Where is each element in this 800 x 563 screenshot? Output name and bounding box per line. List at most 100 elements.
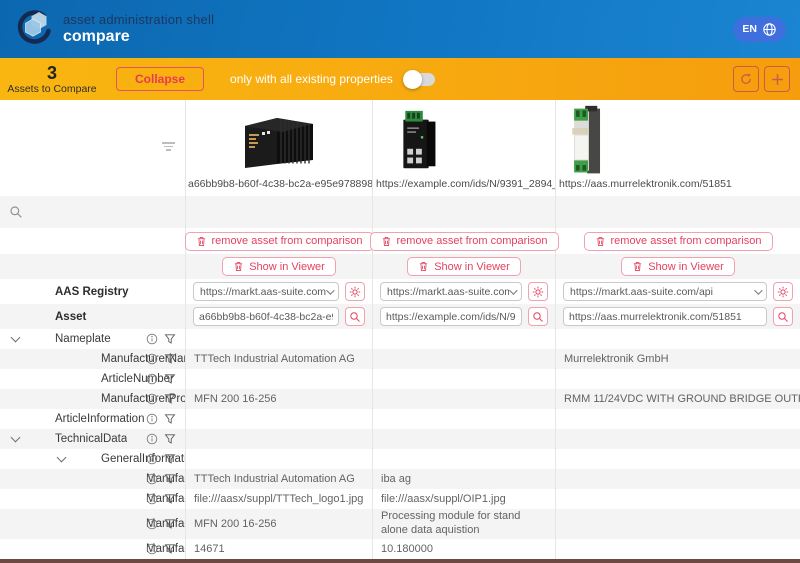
globe-icon [762,22,777,37]
registry-select[interactable]: https://markt.aas-suite.com/api [193,282,339,301]
filter-lines-icon[interactable] [162,142,175,151]
property-row-articlenumber: ArticleNumber [0,369,800,389]
plus-icon [771,73,784,86]
info-icon[interactable] [146,433,158,445]
trash-icon [418,261,429,272]
asset-id: a66bb9b8-b60f-4c38-bc2a-e95e978898f8 [186,178,372,196]
funnel-icon[interactable] [164,493,176,505]
product-image-3 [556,100,800,178]
app-header: asset administration shell compare EN [0,0,800,58]
language-button[interactable]: EN [733,17,786,42]
asset-label: Asset [0,304,186,329]
magnifier-icon [532,311,544,323]
aas-logo-icon [14,8,54,50]
show-in-viewer-button[interactable]: Show in Viewer [621,257,735,276]
asset-search-button[interactable] [528,307,548,326]
info-icon[interactable] [146,393,158,405]
info-icon[interactable] [146,413,158,425]
asset-search-button[interactable] [345,307,365,326]
language-code: EN [742,23,757,35]
funnel-icon[interactable] [164,353,176,365]
filter-search-row [0,196,800,228]
asset-column-1: a66bb9b8-b60f-4c38-bc2a-e95e978898f8 [186,100,373,196]
funnel-icon[interactable] [164,413,176,425]
show-in-viewer-button[interactable]: Show in Viewer [222,257,336,276]
collapse-button[interactable]: Collapse [116,67,204,91]
magnifier-icon [777,311,789,323]
info-icon[interactable] [146,543,158,555]
trash-icon [595,236,606,247]
assets-count: 3 [0,64,104,82]
existing-properties-toggle-label: only with all existing properties [230,72,393,86]
magnifier-icon [349,311,361,323]
property-row-manufacturerlogo: ManufacturerLogo file:///aasx/suppl/TTTe… [0,489,800,509]
bottom-edge-strip [0,559,800,563]
app-window: asset administration shell compare EN 3 … [0,0,800,563]
refresh-button[interactable] [733,66,759,92]
remove-asset-button[interactable]: remove asset from comparison [185,232,374,251]
property-row-manufacturername-2: ManufacturerName TTTech Industrial Autom… [0,469,800,489]
trash-icon [196,236,207,247]
remove-asset-button[interactable]: remove asset from comparison [370,232,559,251]
show-in-viewer-button[interactable]: Show in Viewer [407,257,521,276]
existing-properties-toggle[interactable] [405,73,435,86]
assets-count-block: 3 Assets to Compare [0,64,104,95]
funnel-icon[interactable] [164,393,176,405]
toolbar-actions [733,66,790,92]
info-icon[interactable] [146,453,158,465]
asset-id-input[interactable] [193,307,339,326]
toggle-knob [403,70,422,89]
asset-id-input[interactable] [380,307,522,326]
trash-icon [233,261,244,272]
viewer-buttons-row: Show in Viewer Show in Viewer Show in Vi… [0,254,800,279]
registry-settings-button[interactable] [528,282,548,301]
assets-count-label: Assets to Compare [0,84,104,95]
refresh-icon [739,72,753,86]
funnel-icon[interactable] [164,453,176,465]
product-image-1 [186,100,372,178]
funnel-icon[interactable] [164,543,176,555]
property-row-generalinformation: GeneralInformation [0,449,800,469]
comparison-table: a66bb9b8-b60f-4c38-bc2a-e95e978898f8 htt… [0,100,800,559]
app-titles: asset administration shell compare [63,13,214,46]
info-icon[interactable] [146,333,158,345]
property-row-articleinformation: ArticleInformation [0,409,800,429]
property-row-nameplate: Nameplate [0,329,800,349]
asset-row: Asset [0,304,800,329]
info-icon[interactable] [146,493,158,505]
add-asset-button[interactable] [764,66,790,92]
gear-icon [532,286,544,298]
registry-settings-button[interactable] [345,282,365,301]
asset-id-input[interactable] [563,307,767,326]
aas-registry-label: AAS Registry [0,279,186,304]
images-row-label-cell [0,100,186,196]
registry-select[interactable]: https://markt.aas-suite.com/api [563,282,767,301]
info-icon[interactable] [146,373,158,385]
info-icon[interactable] [146,473,158,485]
asset-column-3: https://aas.murrelektronik.com/51851 [556,100,800,196]
property-row-productdesignation: ManufacturerProductDesign... MFN 200 16-… [0,389,800,409]
info-icon[interactable] [146,353,158,365]
funnel-icon[interactable] [164,373,176,385]
asset-id: https://example.com/ids/N/9391_2894_2750… [373,178,555,196]
toolbar: 3 Assets to Compare Collapse only with a… [0,58,800,100]
app-title: asset administration shell [63,13,214,27]
funnel-icon[interactable] [164,333,176,345]
asset-search-button[interactable] [773,307,793,326]
gear-icon [349,286,361,298]
asset-id: https://aas.murrelektronik.com/51851 [556,178,800,196]
chevron-down-icon [326,286,334,294]
info-icon[interactable] [146,518,158,530]
property-row-technicaldata: TechnicalData [0,429,800,449]
property-row-articlenumber-2: ManufacturerArticleNu... 14671 10.180000 [0,539,800,559]
funnel-icon[interactable] [164,518,176,530]
registry-settings-button[interactable] [773,282,793,301]
registry-select[interactable]: https://markt.aas-suite.com/api [380,282,522,301]
app-subtitle: compare [63,28,214,46]
remove-asset-button[interactable]: remove asset from comparison [584,232,773,251]
funnel-icon[interactable] [164,433,176,445]
aas-registry-row: AAS Registry https://markt.aas-suite.com… [0,279,800,304]
search-field[interactable] [0,196,186,228]
funnel-icon[interactable] [164,473,176,485]
trash-icon [381,236,392,247]
